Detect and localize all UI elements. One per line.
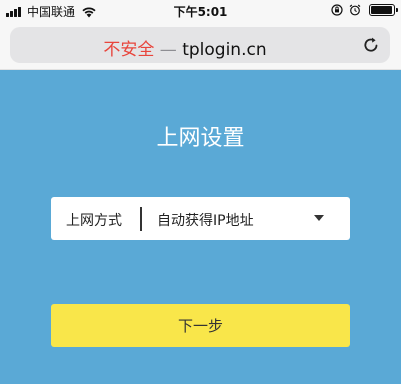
security-warning: 不安全 bbox=[103, 40, 155, 60]
status-right bbox=[325, 4, 398, 16]
setup-page: 上网设置 上网方式 自动获得IP地址 下一步 bbox=[0, 70, 401, 384]
caret-down-icon[interactable] bbox=[314, 215, 324, 221]
connection-type-label: 上网方式 bbox=[66, 213, 122, 229]
next-step-button[interactable]: 下一步 bbox=[51, 304, 350, 347]
browser-toolbar: 不安全 — tplogin.cn bbox=[0, 22, 401, 70]
battery-icon bbox=[369, 4, 398, 16]
status-bar: 中国联通 下午5:01 bbox=[0, 0, 401, 22]
orientation-lock-icon bbox=[331, 4, 343, 16]
url-separator: — bbox=[159, 40, 177, 60]
alarm-icon bbox=[349, 4, 361, 16]
connection-type-value[interactable]: 自动获得IP地址 bbox=[157, 210, 254, 230]
address-bar[interactable]: 不安全 — tplogin.cn bbox=[10, 27, 390, 63]
page-title: 上网设置 bbox=[156, 126, 245, 151]
field-divider bbox=[140, 207, 142, 231]
connection-type-select[interactable]: 上网方式 自动获得IP地址 bbox=[51, 197, 350, 240]
reload-icon[interactable] bbox=[360, 34, 382, 56]
url-domain: tplogin.cn bbox=[182, 40, 267, 60]
address-text[interactable]: 不安全 — tplogin.cn bbox=[10, 35, 360, 60]
